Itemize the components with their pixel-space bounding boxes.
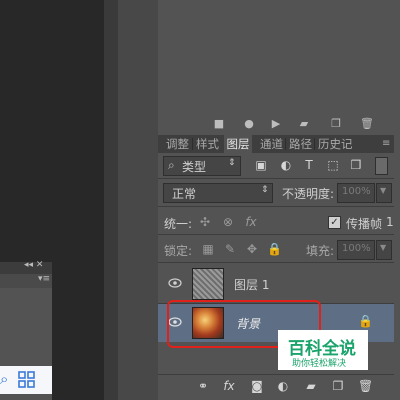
chevron-down-icon: ▼ — [380, 186, 387, 195]
lock-pixels-icon[interactable]: ✎ — [223, 242, 237, 256]
link-icon[interactable]: ⚭ — [196, 379, 210, 393]
lock-all-icon[interactable]: 🔒 — [267, 242, 282, 256]
layer-thumbnail — [192, 268, 224, 300]
fill-field[interactable]: 100% — [337, 240, 375, 260]
unify-position-icon[interactable]: ✣ — [198, 215, 212, 229]
type-filter-icon[interactable]: T — [302, 158, 316, 172]
adjustment-icon[interactable]: ◐ — [276, 379, 290, 393]
layers-bottom-toolbar: ⚭ fx ◙ ◐ ▰ ❐ 🗑 — [158, 375, 394, 400]
visibility-eye-icon[interactable] — [168, 277, 182, 289]
unify-label: 统一: — [164, 217, 193, 231]
search-icon[interactable]: ⌕ — [0, 370, 8, 388]
panel-menu-icon[interactable]: ▾≡ — [38, 274, 50, 284]
lock-label: 锁定: — [164, 244, 193, 258]
tab-layers[interactable]: 图层 — [224, 135, 252, 153]
image-filter-icon[interactable]: ▣ — [254, 158, 268, 172]
panel-tabs: 调整 样式 图层 通道 路径 历史记 ≡ — [158, 135, 394, 153]
search-bar[interactable]: ⌕ — [0, 366, 52, 394]
tab-paths[interactable]: 路径 — [289, 135, 312, 153]
unify-visibility-icon[interactable]: ⊗ — [221, 215, 235, 229]
tab-adjustments[interactable]: 调整 — [166, 135, 189, 153]
panel-divider — [104, 0, 118, 400]
mask-icon[interactable]: ◙ — [250, 379, 264, 393]
watermark-subtitle: 助你轻松解决 — [292, 359, 347, 369]
search-icon: ⌕ — [168, 158, 175, 172]
opacity-value: 100% — [342, 186, 371, 197]
filter-toggle[interactable] — [375, 157, 388, 175]
canvas-area — [0, 0, 104, 262]
lock-transparency-icon[interactable]: ▦ — [201, 242, 215, 256]
shape-filter-icon[interactable]: ⬚ — [326, 158, 340, 172]
blend-mode-value: 正常 — [172, 187, 197, 201]
chevron-down-icon: ▼ — [380, 243, 387, 252]
blend-mode-select[interactable]: 正常 ⇕ — [163, 183, 273, 203]
left-panel-tab: ▾≡ — [0, 274, 52, 288]
left-panel-header: ◂◂ ✕ — [0, 260, 52, 274]
smart-object-filter-icon[interactable]: ❒ — [349, 158, 363, 172]
folder-icon[interactable]: ▰ — [304, 379, 318, 393]
trash-icon[interactable]: 🗑 — [358, 379, 373, 393]
chevron-down-icon: ⇕ — [228, 158, 236, 168]
opacity-label: 不透明度: — [282, 187, 335, 201]
unify-style-icon[interactable]: fx — [244, 215, 258, 229]
top-panel-toolbar: ■ ● ▶ ▰ ❐ 🗑 — [158, 114, 394, 135]
filter-kind-label: 类型 — [182, 160, 207, 174]
dock-edge — [394, 0, 400, 400]
tab-channels[interactable]: 通道 — [260, 135, 283, 153]
square-icon[interactable]: ■ — [213, 118, 225, 130]
opacity-dropdown[interactable]: ▼ — [376, 183, 392, 203]
trash-icon[interactable]: 🗑 — [360, 118, 374, 130]
layer-row[interactable]: 图层 1 — [158, 265, 394, 303]
fill-dropdown[interactable]: ▼ — [376, 240, 392, 260]
lock-icon: 🔒 — [358, 314, 373, 328]
panel-dock-column — [118, 0, 158, 400]
collapse-icon[interactable]: ◂◂ ✕ — [24, 260, 43, 270]
panel-menu-icon[interactable]: ≡ — [382, 135, 390, 153]
lock-position-icon[interactable]: ✥ — [245, 242, 259, 256]
tab-history[interactable]: 历史记 — [318, 135, 353, 153]
filter-kind-select[interactable]: ⌕ 类型 ⇕ — [163, 156, 241, 176]
folder-icon[interactable]: ▰ — [298, 118, 310, 130]
new-icon[interactable]: ❐ — [330, 118, 342, 130]
opacity-field[interactable]: 100% — [337, 183, 375, 203]
propagate-value: 1 — [386, 215, 394, 229]
propagate-label: 传播帧 — [346, 217, 383, 231]
fill-value: 100% — [342, 243, 371, 254]
propagate-checkbox[interactable]: ✓ — [328, 216, 341, 229]
chevron-down-icon: ⇕ — [261, 185, 269, 195]
layer-name: 图层 1 — [234, 278, 270, 292]
grid-icon[interactable] — [18, 371, 35, 388]
record-icon[interactable]: ● — [243, 118, 255, 130]
fill-label: 填充: — [306, 244, 335, 258]
watermark-logo: 百科全说 助你轻松解决 — [278, 330, 368, 370]
play-icon[interactable]: ▶ — [270, 118, 282, 130]
fx-icon[interactable]: fx — [222, 379, 236, 393]
tab-styles[interactable]: 样式 — [196, 135, 219, 153]
adjustment-filter-icon[interactable]: ◐ — [279, 158, 293, 172]
new-layer-icon[interactable]: ❐ — [331, 379, 345, 393]
